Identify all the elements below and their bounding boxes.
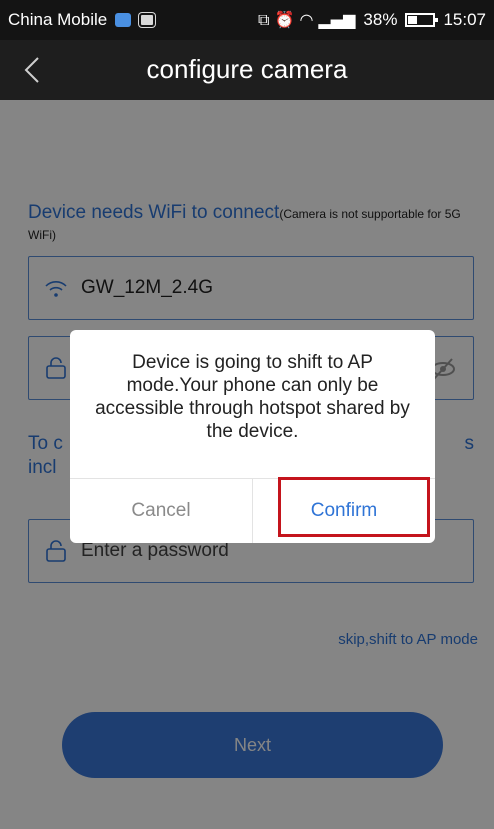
confirm-highlight-box (278, 477, 430, 537)
battery-percent: 38% (363, 10, 398, 29)
cancel-button[interactable]: Cancel (70, 479, 252, 543)
app-notification-icon (115, 13, 132, 27)
battery-icon (405, 13, 439, 27)
status-bar: China Mobile ⧉ ⏰ ◠ ▂▄▆ 38% 15:07 (0, 0, 494, 40)
carrier-name: China Mobile (8, 10, 108, 29)
image-notification-icon (139, 13, 156, 27)
nav-bar: configure camera (0, 40, 494, 100)
dialog-message: Device is going to shift to AP mode.Your… (95, 352, 410, 442)
battery-fill (408, 16, 418, 24)
status-icons: ⧉ ⏰ ◠ ▂▄▆ (257, 10, 356, 29)
status-right: ⧉ ⏰ ◠ ▂▄▆ 38% 15:07 (258, 10, 486, 30)
clock: 15:07 (443, 10, 486, 29)
screen: China Mobile ⧉ ⏰ ◠ ▂▄▆ 38% 15:07 configu… (0, 0, 494, 829)
page-title: configure camera (146, 54, 348, 84)
